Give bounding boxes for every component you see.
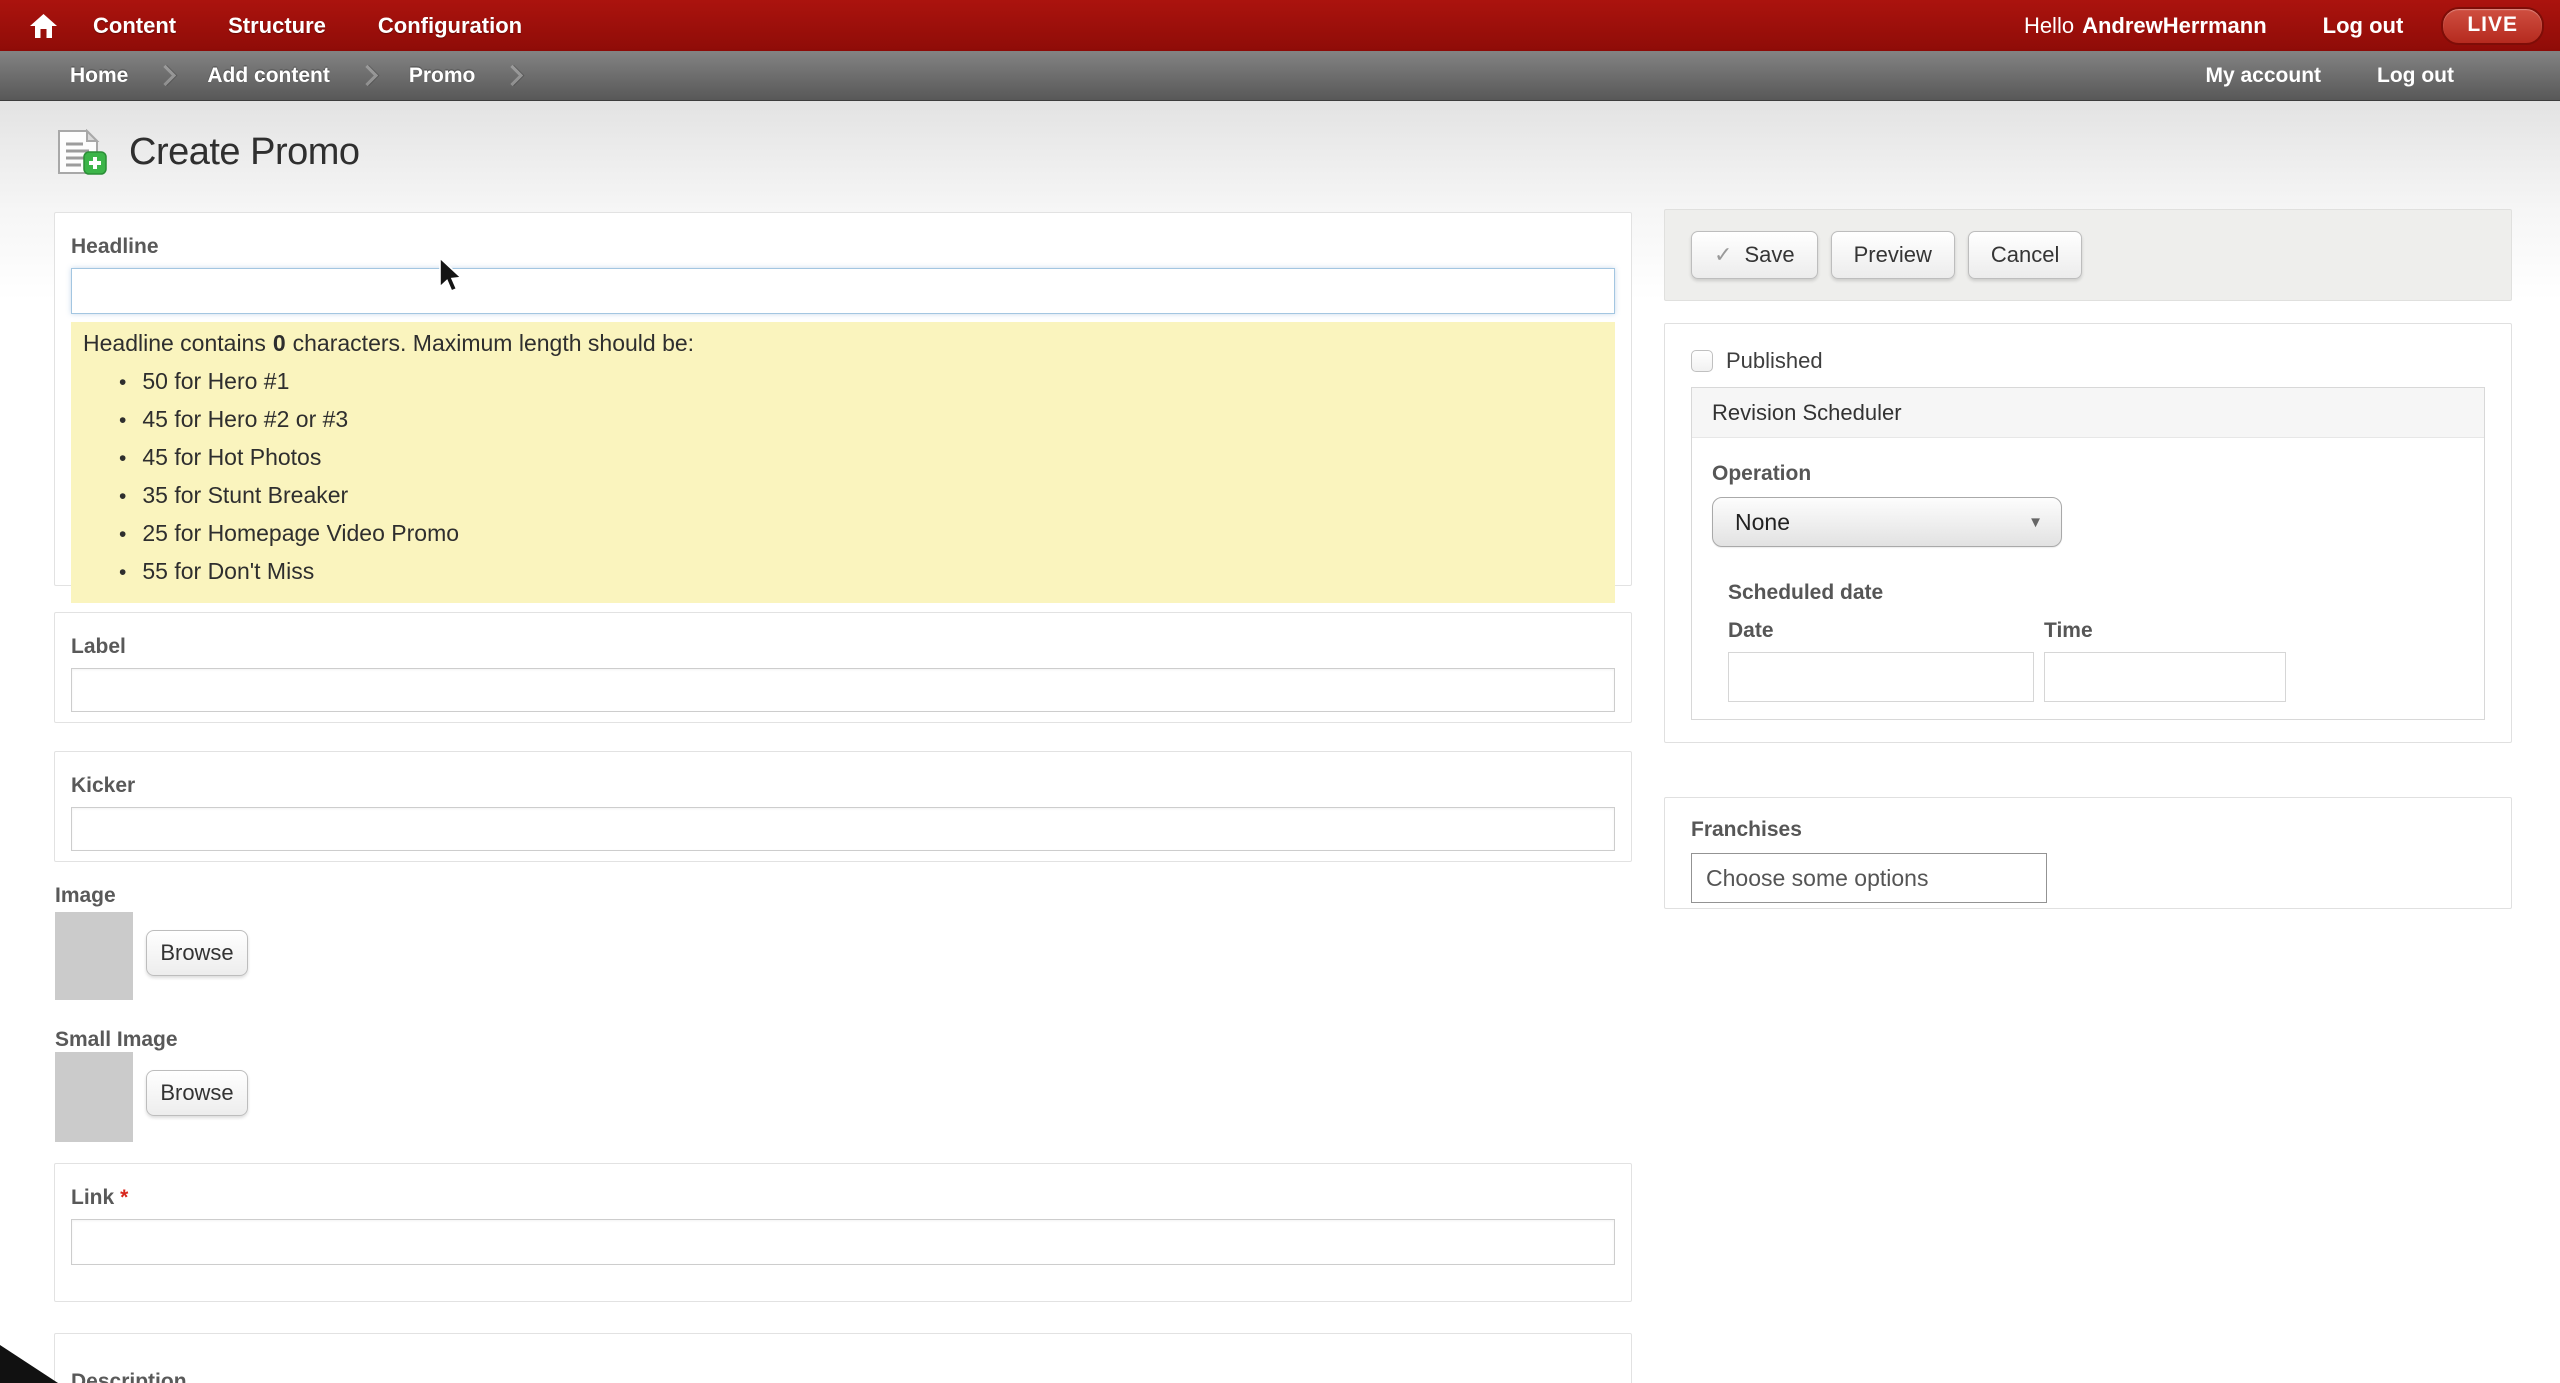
save-button[interactable]: ✓ Save — [1691, 231, 1818, 279]
create-promo-page: Content Structure Configuration Hello And… — [0, 0, 2560, 1383]
page-title-row: Create Promo — [57, 129, 360, 175]
label-fieldset: Label — [54, 612, 1632, 723]
greeting-prefix: Hello — [2024, 13, 2074, 38]
small-image-thumbnail — [55, 1052, 133, 1142]
headline-label: Headline — [71, 235, 1615, 259]
operation-selected-value: None — [1735, 509, 1790, 536]
headline-fieldset: Headline Headline contains 0 characters. M… — [54, 212, 1632, 586]
scheduled-date-label: Scheduled date — [1728, 581, 2464, 605]
home-icon — [30, 14, 57, 38]
franchises-panel: Franchises — [1664, 797, 2512, 909]
time-input[interactable] — [2044, 652, 2286, 702]
breadcrumb-bar: Home Add content Promo My account Log ou… — [0, 51, 2560, 101]
link-label: Link * — [71, 1186, 1615, 1210]
description-fieldset: Description — [54, 1333, 1632, 1383]
image-thumbnail — [55, 912, 133, 1000]
link-input[interactable] — [71, 1219, 1615, 1265]
scheduled-date-group: Scheduled date Date Time — [1728, 581, 2464, 702]
published-checkbox[interactable] — [1691, 350, 1713, 372]
franchises-label: Franchises — [1691, 818, 2485, 842]
admin-logout-link[interactable]: Log out — [2323, 13, 2404, 39]
operation-select[interactable]: None ▼ — [1712, 497, 2062, 547]
list-item: 50 for Hero #1 — [113, 363, 1603, 401]
home-button[interactable] — [30, 14, 57, 38]
breadcrumb-home[interactable]: Home — [70, 64, 128, 88]
description-label: Description — [71, 1370, 1615, 1383]
label-input[interactable] — [71, 668, 1615, 712]
page-title: Create Promo — [129, 131, 360, 174]
form-actions-panel: ✓ Save Preview Cancel — [1664, 209, 2512, 301]
admin-menu-configuration[interactable]: Configuration — [378, 13, 522, 39]
admin-menu: Content Structure Configuration — [93, 13, 522, 39]
list-item: 45 for Hot Photos — [113, 439, 1603, 477]
mouse-cursor — [438, 257, 464, 295]
headline-input[interactable] — [71, 268, 1615, 314]
character-count: 0 — [273, 330, 286, 356]
username[interactable]: AndrewHerrmann — [2082, 13, 2267, 38]
kicker-fieldset: Kicker — [54, 751, 1632, 862]
small-image-label: Small Image — [55, 1028, 178, 1052]
time-label: Time — [2044, 619, 2286, 643]
note-prefix: Headline contains — [83, 330, 266, 356]
list-item: 35 for Stunt Breaker — [113, 477, 1603, 515]
date-time-row: Date Time — [1728, 619, 2464, 702]
franchises-input[interactable] — [1691, 853, 2047, 903]
admin-menu-structure[interactable]: Structure — [228, 13, 326, 39]
preview-button[interactable]: Preview — [1831, 231, 1955, 279]
required-asterisk: * — [120, 1186, 128, 1209]
check-icon: ✓ — [1714, 242, 1732, 268]
admin-bar-right: Hello AndrewHerrmann Log out LIVE — [2024, 7, 2560, 45]
cancel-button-label: Cancel — [1991, 242, 2059, 268]
revision-scheduler-header: Revision Scheduler — [1692, 388, 2484, 438]
list-item: 55 for Don't Miss — [113, 553, 1603, 591]
small-image-browse-button[interactable]: Browse — [146, 1070, 248, 1116]
list-item: 25 for Homepage Video Promo — [113, 515, 1603, 553]
headline-limits-list: 50 for Hero #1 45 for Hero #2 or #3 45 f… — [83, 363, 1603, 591]
breadcrumb-bar-right: My account Log out — [2206, 64, 2560, 88]
breadcrumb-add-content[interactable]: Add content — [207, 64, 329, 88]
chevron-right-icon — [502, 65, 523, 86]
image-label: Image — [55, 884, 116, 908]
chevron-right-icon — [155, 65, 176, 86]
revision-scheduler-body: Operation None ▼ Scheduled date Date — [1692, 438, 2484, 726]
link-fieldset: Link * — [54, 1163, 1632, 1302]
link-label-text: Link — [71, 1186, 114, 1209]
cancel-button[interactable]: Cancel — [1968, 231, 2082, 279]
operation-label: Operation — [1712, 462, 2464, 486]
admin-menu-content[interactable]: Content — [93, 13, 176, 39]
note-suffix: characters. Maximum length should be: — [293, 330, 694, 356]
chevron-right-icon — [357, 65, 378, 86]
kicker-label: Kicker — [71, 774, 1615, 798]
chevron-down-icon: ▼ — [2028, 514, 2043, 531]
preview-button-label: Preview — [1854, 242, 1932, 268]
admin-bar: Content Structure Configuration Hello And… — [0, 0, 2560, 51]
published-row: Published — [1691, 348, 2485, 374]
image-browse-button[interactable]: Browse — [146, 930, 248, 976]
time-column: Time — [2044, 619, 2286, 702]
list-item: 45 for Hero #2 or #3 — [113, 401, 1603, 439]
page-body: Create Promo Headline Headline contains 0… — [0, 101, 2560, 1383]
crumb-logout-link[interactable]: Log out — [2377, 64, 2454, 88]
breadcrumb-promo[interactable]: Promo — [409, 64, 476, 88]
note-line: Headline contains 0 characters. Maximum le… — [83, 330, 694, 356]
my-account-link[interactable]: My account — [2206, 64, 2322, 88]
date-input[interactable] — [1728, 652, 2034, 702]
publishing-options-panel: Published Revision Scheduler Operation N… — [1664, 323, 2512, 743]
label-field-label: Label — [71, 635, 1615, 659]
headline-character-note: Headline contains 0 characters. Maximum le… — [71, 322, 1615, 603]
date-label: Date — [1728, 619, 2034, 643]
kicker-input[interactable] — [71, 807, 1615, 851]
date-column: Date — [1728, 619, 2034, 702]
breadcrumb: Home Add content Promo — [70, 64, 554, 88]
published-label: Published — [1726, 348, 1823, 374]
corner-artifact — [0, 1345, 58, 1383]
create-promo-icon — [57, 129, 107, 175]
live-badge[interactable]: LIVE — [2441, 7, 2544, 45]
revision-scheduler-panel: Revision Scheduler Operation None ▼ Sche… — [1691, 387, 2485, 720]
save-button-label: Save — [1744, 242, 1794, 268]
greeting-text: Hello AndrewHerrmann — [2024, 13, 2267, 39]
